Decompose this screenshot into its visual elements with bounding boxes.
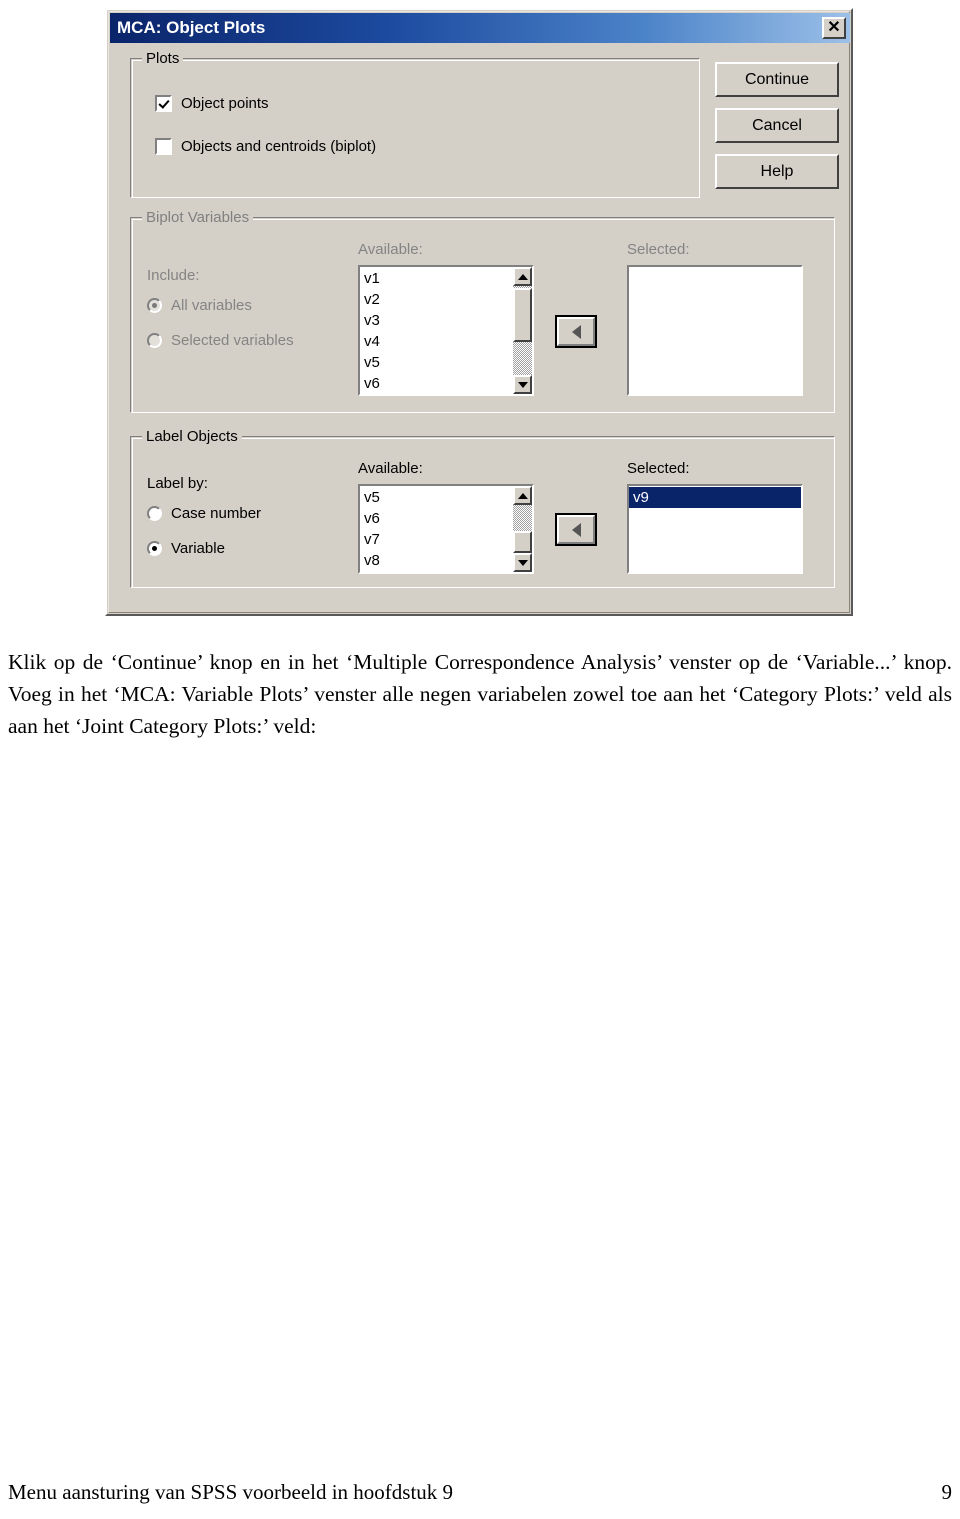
plots-groupbox: Plots <box>130 50 700 198</box>
list-item[interactable]: v1 <box>360 268 513 289</box>
label-available-scrollbar[interactable] <box>513 486 532 572</box>
checkbox-icon-unchecked[interactable] <box>155 138 172 155</box>
page-footer: Menu aansturing van SPSS voorbeeld in ho… <box>8 1480 952 1505</box>
continue-button-label: Continue <box>744 70 810 88</box>
list-item[interactable]: v3 <box>360 310 513 331</box>
label-selected-label: Selected: <box>627 460 690 477</box>
left-arrow-icon <box>557 317 595 346</box>
mca-object-plots-dialog: MCA: Object Plots ✕ Plots Object points … <box>105 8 853 616</box>
radio-selected-variables-label: Selected variables <box>171 332 294 349</box>
list-item[interactable]: v2 <box>360 289 513 310</box>
page-number: 9 <box>941 1480 953 1504</box>
biplot-available-scrollbar[interactable] <box>513 267 532 394</box>
list-item[interactable]: v9 <box>629 487 801 508</box>
biplot-include-label: Include: <box>147 267 200 284</box>
label-objects-group-legend: Label Objects <box>142 428 242 445</box>
biplot-variables-group-legend: Biplot Variables <box>142 209 254 226</box>
biplot-selected-listbox[interactable] <box>627 265 803 396</box>
checkbox-object-points-label: Object points <box>181 95 269 112</box>
help-button[interactable]: Help <box>715 154 839 189</box>
label-by-label: Label by: <box>147 475 208 492</box>
scroll-up-icon[interactable] <box>513 267 532 286</box>
checkbox-icon-checked[interactable] <box>155 95 172 112</box>
list-item[interactable]: v7 <box>360 529 513 550</box>
label-selected-listbox[interactable]: v9 <box>627 484 803 574</box>
list-item[interactable]: v6 <box>360 508 513 529</box>
list-item[interactable]: v8 <box>360 550 513 571</box>
radio-icon-unselected[interactable] <box>147 506 162 521</box>
radio-case-number-label: Case number <box>171 505 262 522</box>
close-icon[interactable]: ✕ <box>822 17 846 39</box>
radio-variable[interactable]: Variable <box>147 540 225 557</box>
biplot-selected-items <box>629 267 801 394</box>
list-item[interactable]: v4 <box>360 331 513 352</box>
biplot-selected-label: Selected: <box>627 241 690 258</box>
scrollbar-thumb[interactable] <box>513 531 532 553</box>
instruction-paragraph: Klik op de ‘Continue’ knop en in het ‘Mu… <box>8 650 952 738</box>
footer-text: Menu aansturing van SPSS voorbeeld in ho… <box>8 1480 454 1504</box>
list-item[interactable]: v5 <box>360 487 513 508</box>
scroll-down-icon[interactable] <box>513 553 532 572</box>
label-available-listbox[interactable]: v5 v6 v7 v8 <box>358 484 534 574</box>
help-button-label: Help <box>760 162 794 180</box>
checkbox-object-points[interactable]: Object points <box>155 95 269 112</box>
dialog-title: MCA: Object Plots <box>117 18 266 37</box>
scroll-down-icon[interactable] <box>513 375 532 394</box>
radio-icon-selected[interactable] <box>147 541 162 556</box>
biplot-available-label: Available: <box>358 241 423 258</box>
label-available-label: Available: <box>358 460 423 477</box>
list-item[interactable]: v6 <box>360 373 513 394</box>
list-item[interactable]: v5 <box>360 352 513 373</box>
biplot-available-listbox[interactable]: v1 v2 v3 v4 v5 v6 <box>358 265 534 396</box>
label-available-items: v5 v6 v7 v8 <box>360 486 513 572</box>
plots-group-legend: Plots <box>142 50 184 67</box>
checkbox-objects-and-centroids-label: Objects and centroids (biplot) <box>181 138 377 155</box>
dialog-titlebar[interactable]: MCA: Object Plots ✕ <box>110 13 850 43</box>
continue-button[interactable]: Continue <box>715 62 839 97</box>
checkbox-objects-and-centroids[interactable]: Objects and centroids (biplot) <box>155 138 376 155</box>
radio-all-variables[interactable]: All variables <box>147 297 252 314</box>
label-transfer-button[interactable] <box>555 513 597 546</box>
radio-case-number[interactable]: Case number <box>147 505 261 522</box>
radio-variable-label: Variable <box>171 540 225 557</box>
biplot-transfer-button[interactable] <box>555 315 597 348</box>
radio-all-variables-label: All variables <box>171 297 252 314</box>
cancel-button[interactable]: Cancel <box>715 108 839 143</box>
scroll-up-icon[interactable] <box>513 486 532 505</box>
left-arrow-icon <box>557 515 595 544</box>
radio-selected-variables[interactable]: Selected variables <box>147 332 294 349</box>
scrollbar-thumb[interactable] <box>513 288 532 342</box>
radio-icon-selected[interactable] <box>147 298 162 313</box>
cancel-button-label: Cancel <box>752 116 802 134</box>
radio-icon-unselected[interactable] <box>147 333 162 348</box>
label-selected-items: v9 <box>629 486 801 572</box>
biplot-available-items: v1 v2 v3 v4 v5 v6 <box>360 267 513 394</box>
